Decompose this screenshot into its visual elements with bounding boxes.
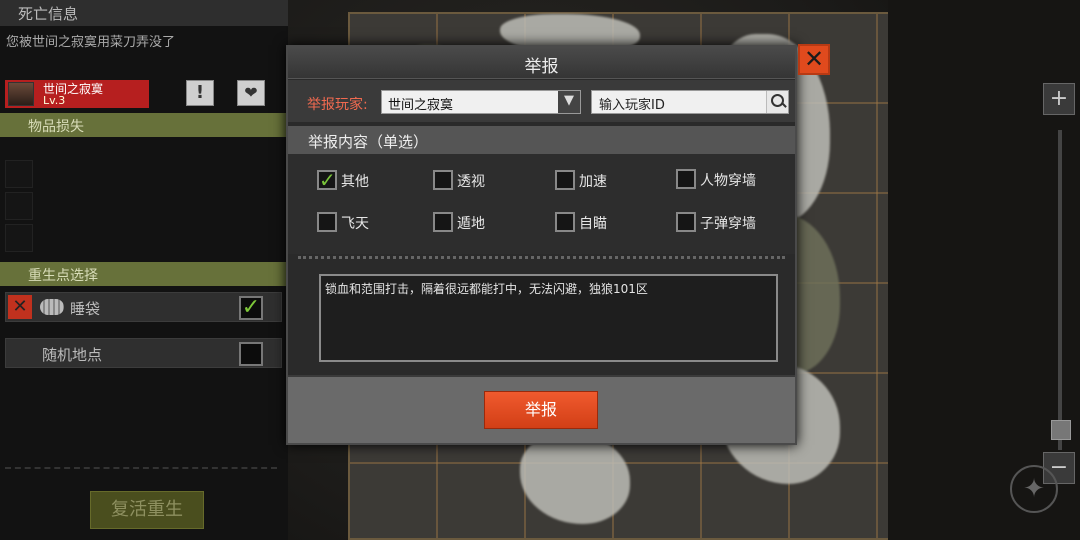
item-slot[interactable] <box>5 224 33 252</box>
zoom-in-button[interactable]: + <box>1043 83 1075 115</box>
report-options: ✓ 其他 透视 加速 人物穿墙 飞天 遁地 自瞄 子弹穿墙 <box>288 154 795 254</box>
option-label: 透视 <box>457 174 485 190</box>
avatar <box>8 82 34 106</box>
report-reason-textarea[interactable]: 锁血和范围打击，隔着很远都能打中，无法闪避，独狼101区 <box>319 274 778 362</box>
checkbox[interactable] <box>676 212 696 232</box>
spawn-checkbox[interactable]: ✓ <box>239 296 263 320</box>
item-slot[interactable] <box>5 192 33 220</box>
player-select-dropdown[interactable]: 世间之寂寞 ▼ <box>381 90 581 114</box>
respawn-select-label: 重生点选择 <box>28 268 98 284</box>
divider <box>5 467 277 469</box>
delete-icon[interactable]: ✕ <box>8 295 32 319</box>
checkbox[interactable] <box>555 212 575 232</box>
player-id-input[interactable]: 输入玩家ID <box>591 90 789 114</box>
map-landmass <box>520 434 630 524</box>
death-info-title: 死亡信息 <box>18 5 79 23</box>
item-slot[interactable] <box>5 160 33 188</box>
option-label: 其他 <box>341 174 369 190</box>
checkbox[interactable] <box>433 170 453 190</box>
killer-card[interactable]: 世间之寂寞 Lv.3 <box>5 80 149 108</box>
respawn-select-header: 重生点选择 <box>0 262 288 286</box>
compass-icon: ✦ <box>1010 465 1058 513</box>
zoom-slider-handle[interactable] <box>1051 420 1071 440</box>
sleeping-bag-icon <box>40 299 64 315</box>
spawn-option-sleeping-bag[interactable]: ✕ 睡袋 ✓ <box>5 292 282 322</box>
option-label: 加速 <box>579 174 607 190</box>
option-label: 飞天 <box>341 216 369 232</box>
report-reason-text: 锁血和范围打击，隔着很远都能打中，无法闪避，独狼101区 <box>325 282 648 296</box>
player-select-value: 世间之寂寞 <box>388 98 454 113</box>
killer-level: Lv.3 <box>43 94 66 107</box>
checkbox[interactable] <box>317 212 337 232</box>
dialog-title: 举报 <box>524 57 559 77</box>
player-id-placeholder: 输入玩家ID <box>599 98 665 113</box>
search-icon[interactable] <box>766 91 788 113</box>
report-dialog: 举报 举报玩家: 世间之寂寞 ▼ 输入玩家ID 举报内容（单选） ✓ 其他 透视… <box>286 45 797 445</box>
report-content-label: 举报内容（单选） <box>308 133 429 151</box>
spawn-option-label: 睡袋 <box>70 300 101 318</box>
chevron-down-icon[interactable]: ▼ <box>558 91 580 113</box>
option-label: 子弹穿墙 <box>700 216 756 232</box>
report-player-label: 举报玩家: <box>307 97 368 113</box>
death-info-panel: 死亡信息 您被世间之寂寞用菜刀弄没了 世间之寂寞 Lv.3 ! ❤ 物品损失 重… <box>0 0 288 540</box>
dialog-footer: 举报 <box>288 375 795 443</box>
items-lost-header: 物品损失 <box>0 113 288 137</box>
option-label: 自瞄 <box>579 216 607 232</box>
report-player-row: 举报玩家: 世间之寂寞 ▼ 输入玩家ID <box>288 80 795 122</box>
spawn-option-random[interactable]: 随机地点 <box>5 338 282 368</box>
death-info-header: 死亡信息 <box>0 0 288 26</box>
submit-report-button[interactable]: 举报 <box>484 391 598 429</box>
option-label: 人物穿墙 <box>700 173 756 189</box>
checkbox[interactable] <box>433 212 453 232</box>
report-content-header: 举报内容（单选） <box>288 126 795 154</box>
option-label: 遁地 <box>457 216 485 232</box>
checkbox[interactable] <box>676 169 696 189</box>
dialog-title-bar: 举报 <box>288 47 795 79</box>
spawn-option-label: 随机地点 <box>42 346 103 364</box>
zoom-slider-track[interactable] <box>1058 130 1062 450</box>
checkbox[interactable] <box>555 170 575 190</box>
heart-button[interactable]: ❤ <box>237 80 265 106</box>
death-message: 您被世间之寂寞用菜刀弄没了 <box>6 35 176 50</box>
divider <box>298 256 785 259</box>
respawn-button[interactable]: 复活重生 <box>90 491 204 529</box>
items-lost-label: 物品损失 <box>28 119 84 135</box>
report-exclamation-button[interactable]: ! <box>186 80 214 106</box>
close-icon[interactable]: ✕ <box>798 44 830 75</box>
checkbox[interactable]: ✓ <box>317 170 337 190</box>
spawn-checkbox[interactable] <box>239 342 263 366</box>
